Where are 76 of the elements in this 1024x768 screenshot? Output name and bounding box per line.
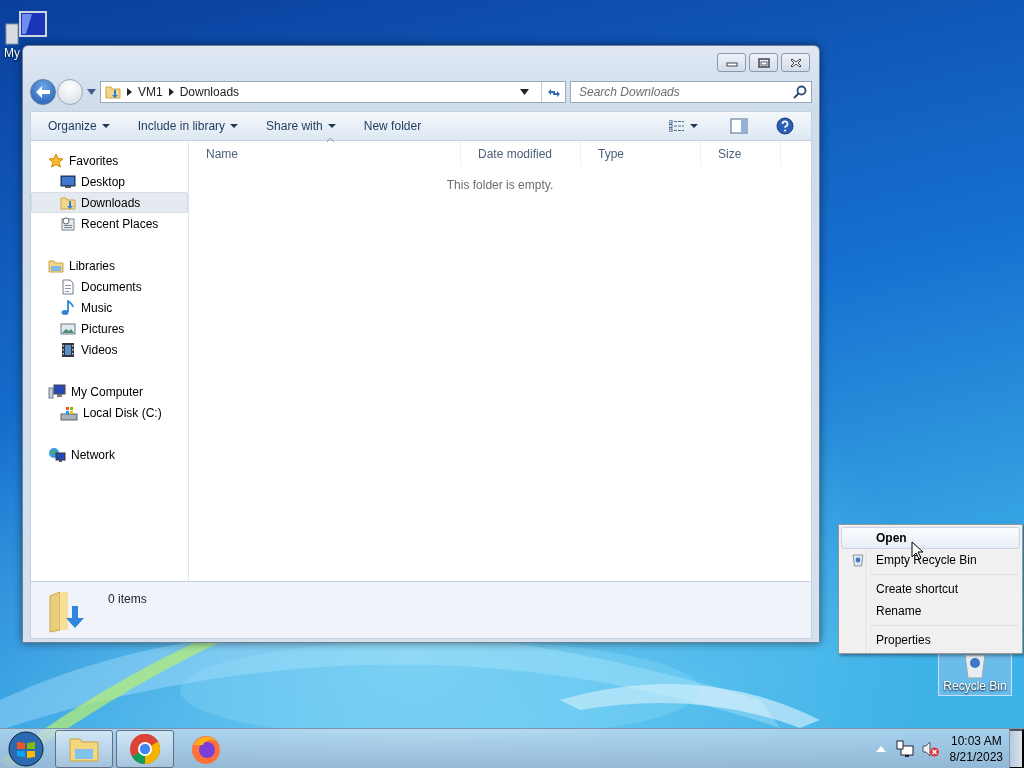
column-header[interactable]: Name bbox=[189, 141, 461, 166]
picture-frame-icon bbox=[60, 320, 76, 337]
caret-icon bbox=[230, 124, 239, 128]
taskbar-button[interactable] bbox=[55, 729, 113, 768]
speaker-muted-icon[interactable] bbox=[921, 739, 940, 758]
toolbar-button[interactable]: Include in library bbox=[130, 114, 246, 138]
nav-item[interactable]: Libraries bbox=[31, 255, 188, 276]
address-bar[interactable]: VM1 Downloads bbox=[100, 81, 566, 103]
breadcrumb[interactable]: VM1 bbox=[138, 83, 163, 101]
caret-icon bbox=[101, 124, 110, 128]
nav-item[interactable]: Music bbox=[31, 297, 188, 318]
close-icon bbox=[789, 57, 802, 68]
minimize-button[interactable] bbox=[717, 53, 746, 72]
computer-icon bbox=[4, 10, 48, 46]
document-icon bbox=[60, 278, 76, 295]
menu-item[interactable]: Rename bbox=[841, 600, 1020, 622]
icon-label: My bbox=[4, 46, 20, 60]
preview-pane-icon bbox=[730, 118, 748, 134]
menu-item[interactable]: Properties bbox=[841, 629, 1020, 651]
library-folder-icon bbox=[48, 257, 64, 274]
empty-folder-message: This folder is empty. bbox=[445, 177, 555, 194]
windows-logo-icon bbox=[6, 730, 46, 767]
caret-icon bbox=[690, 124, 698, 128]
computer-icon bbox=[48, 383, 66, 400]
column-header[interactable]: Type bbox=[581, 141, 701, 166]
menu-item[interactable]: Empty Recycle Bin bbox=[841, 549, 1020, 571]
desktop-icon[interactable]: My bbox=[2, 8, 50, 62]
menu-item[interactable]: Open bbox=[841, 527, 1020, 549]
nav-item[interactable]: Desktop bbox=[31, 171, 188, 192]
nav-item[interactable]: Videos bbox=[31, 339, 188, 360]
toolbar-button[interactable]: Organize bbox=[41, 114, 117, 138]
back-arrow-icon bbox=[35, 85, 51, 99]
nav-item[interactable]: Pictures bbox=[31, 318, 188, 339]
taskbar-button[interactable] bbox=[116, 729, 174, 768]
chevron-icon[interactable] bbox=[168, 88, 174, 96]
back-button[interactable] bbox=[30, 79, 56, 105]
nav-item[interactable]: Network bbox=[31, 444, 188, 465]
folder-download-icon bbox=[105, 84, 121, 100]
item-count: 0 items bbox=[108, 591, 147, 608]
folder-download-icon bbox=[60, 194, 76, 211]
icon-label: Recycle Bin bbox=[943, 679, 1007, 693]
network-icon[interactable] bbox=[895, 739, 914, 758]
recent-places-icon bbox=[60, 215, 76, 232]
column-header[interactable]: Date modified bbox=[461, 141, 581, 166]
nav-item[interactable]: Documents bbox=[31, 276, 188, 297]
recycle-bin-icon bbox=[852, 553, 864, 567]
nav-item[interactable]: My Computer bbox=[31, 381, 188, 402]
nav-item[interactable]: Favorites bbox=[31, 150, 188, 171]
nav-item[interactable]: Recent Places bbox=[31, 213, 188, 234]
maximize-icon bbox=[757, 57, 770, 68]
close-button[interactable] bbox=[781, 53, 810, 72]
film-strip-icon bbox=[60, 341, 76, 358]
drive-icon bbox=[60, 404, 78, 421]
caret-icon bbox=[327, 124, 336, 128]
column-header[interactable]: Size bbox=[701, 141, 781, 166]
chevron-icon[interactable] bbox=[127, 88, 132, 96]
caret-icon[interactable] bbox=[520, 89, 529, 95]
nav-item[interactable]: Local Disk (C:) bbox=[31, 402, 188, 423]
menu-item[interactable]: Create shortcut bbox=[841, 578, 1020, 600]
folder-download-icon bbox=[48, 590, 86, 634]
toolbar-button[interactable]: Share with bbox=[259, 114, 343, 138]
clock[interactable]: 10:03 AM 8/21/2023 bbox=[949, 732, 1003, 765]
details-view-icon bbox=[669, 120, 685, 132]
search-icon bbox=[793, 85, 807, 99]
star-icon bbox=[48, 152, 64, 169]
breadcrumb[interactable]: Downloads bbox=[179, 83, 240, 101]
nav-item[interactable]: Downloads bbox=[31, 192, 188, 213]
browser-icon bbox=[129, 732, 161, 765]
search-field[interactable]: Search Downloads bbox=[570, 81, 812, 103]
monitor-icon bbox=[60, 173, 76, 190]
maximize-button[interactable] bbox=[749, 53, 778, 72]
toolbar-button[interactable]: New folder bbox=[356, 114, 429, 138]
help-icon bbox=[776, 117, 794, 135]
network-icon bbox=[48, 446, 66, 463]
show-desktop-button[interactable] bbox=[1009, 728, 1024, 768]
music-note-icon bbox=[60, 299, 76, 316]
